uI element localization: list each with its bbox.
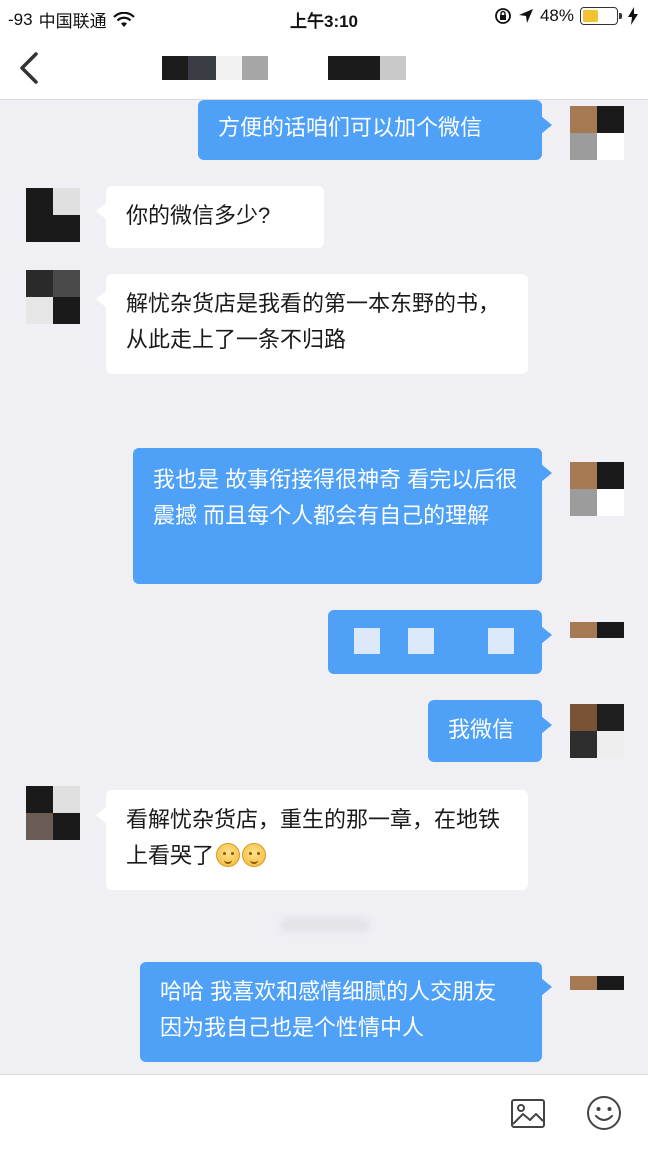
chevron-left-icon bbox=[20, 52, 38, 84]
message-bubble-outgoing[interactable]: 方便的话咱们可以加个微信 bbox=[198, 100, 552, 160]
message-text: 方便的话咱们可以加个微信 bbox=[218, 115, 483, 140]
charging-bolt-icon bbox=[628, 7, 638, 25]
my-avatar[interactable] bbox=[570, 106, 624, 160]
contact-name-redacted bbox=[162, 56, 406, 80]
back-button[interactable] bbox=[14, 50, 48, 86]
smiley-emoji-icon bbox=[242, 843, 267, 867]
nav-bar bbox=[0, 36, 648, 100]
location-arrow-icon bbox=[518, 9, 533, 23]
smiley-icon bbox=[587, 1096, 621, 1130]
status-bar: -93 中国联通 上午3:10 48% bbox=[0, 0, 648, 36]
my-avatar[interactable] bbox=[570, 976, 624, 1004]
message-text: 哈哈 我喜欢和感情细腻的人交朋友 因为我自己也是个性情中人 bbox=[160, 979, 497, 1040]
rotation-lock-icon bbox=[495, 8, 511, 24]
message-text: 你的微信多少? bbox=[126, 203, 271, 228]
image-icon bbox=[511, 1099, 545, 1128]
message-bubble-incoming[interactable]: 你的微信多少? bbox=[96, 186, 324, 248]
my-avatar[interactable] bbox=[570, 704, 624, 758]
message-bubble-outgoing[interactable]: 我也是 故事衔接得很神奇 看完以后很震撼 而且每个人都会有自己的理解 bbox=[133, 448, 552, 584]
message-bubble-incoming[interactable]: 解忧杂货店是我看的第一本东野的书，从此走上了一条不归路 bbox=[96, 274, 528, 374]
redacted-block bbox=[488, 628, 514, 654]
message-text: 解忧杂货店是我看的第一本东野的书，从此走上了一条不归路 bbox=[126, 291, 501, 352]
battery-icon bbox=[580, 7, 622, 25]
smiley-emoji-icon bbox=[216, 843, 241, 867]
message-bubble-outgoing[interactable]: 哈哈 我喜欢和感情细腻的人交朋友 因为我自己也是个性情中人 bbox=[140, 962, 552, 1062]
message-bubble-outgoing-redacted[interactable] bbox=[328, 610, 552, 674]
my-avatar[interactable] bbox=[570, 622, 624, 654]
message-text: 我也是 故事衔接得很神奇 看完以后很震撼 而且每个人都会有自己的理解 bbox=[153, 467, 518, 528]
my-avatar[interactable] bbox=[570, 462, 624, 516]
message-bubble-outgoing[interactable]: 我微信 bbox=[428, 700, 552, 762]
contact-avatar[interactable] bbox=[26, 270, 80, 324]
chat-area[interactable]: 方便的话咱们可以加个微信 你的微信多少? 解忧杂货店是我看的第一本东野的书，从此… bbox=[0, 100, 648, 1074]
battery-percent: 48% bbox=[539, 6, 574, 25]
contact-avatar[interactable] bbox=[26, 786, 80, 840]
message-text: 看解忧杂货店，重生的那一章，在地铁上看哭了 bbox=[126, 807, 501, 868]
battery-level bbox=[583, 10, 599, 22]
redacted-block bbox=[408, 628, 434, 654]
emoji-button[interactable] bbox=[586, 1095, 622, 1131]
contact-avatar[interactable] bbox=[26, 188, 80, 242]
message-bubble-incoming[interactable]: 看解忧杂货店，重生的那一章，在地铁上看哭了 bbox=[96, 790, 528, 890]
message-text: 我微信 bbox=[448, 717, 515, 742]
send-image-button[interactable] bbox=[510, 1097, 546, 1131]
bottom-toolbar bbox=[0, 1074, 648, 1152]
redacted-block bbox=[354, 628, 380, 654]
timestamp-redacted bbox=[280, 918, 370, 932]
